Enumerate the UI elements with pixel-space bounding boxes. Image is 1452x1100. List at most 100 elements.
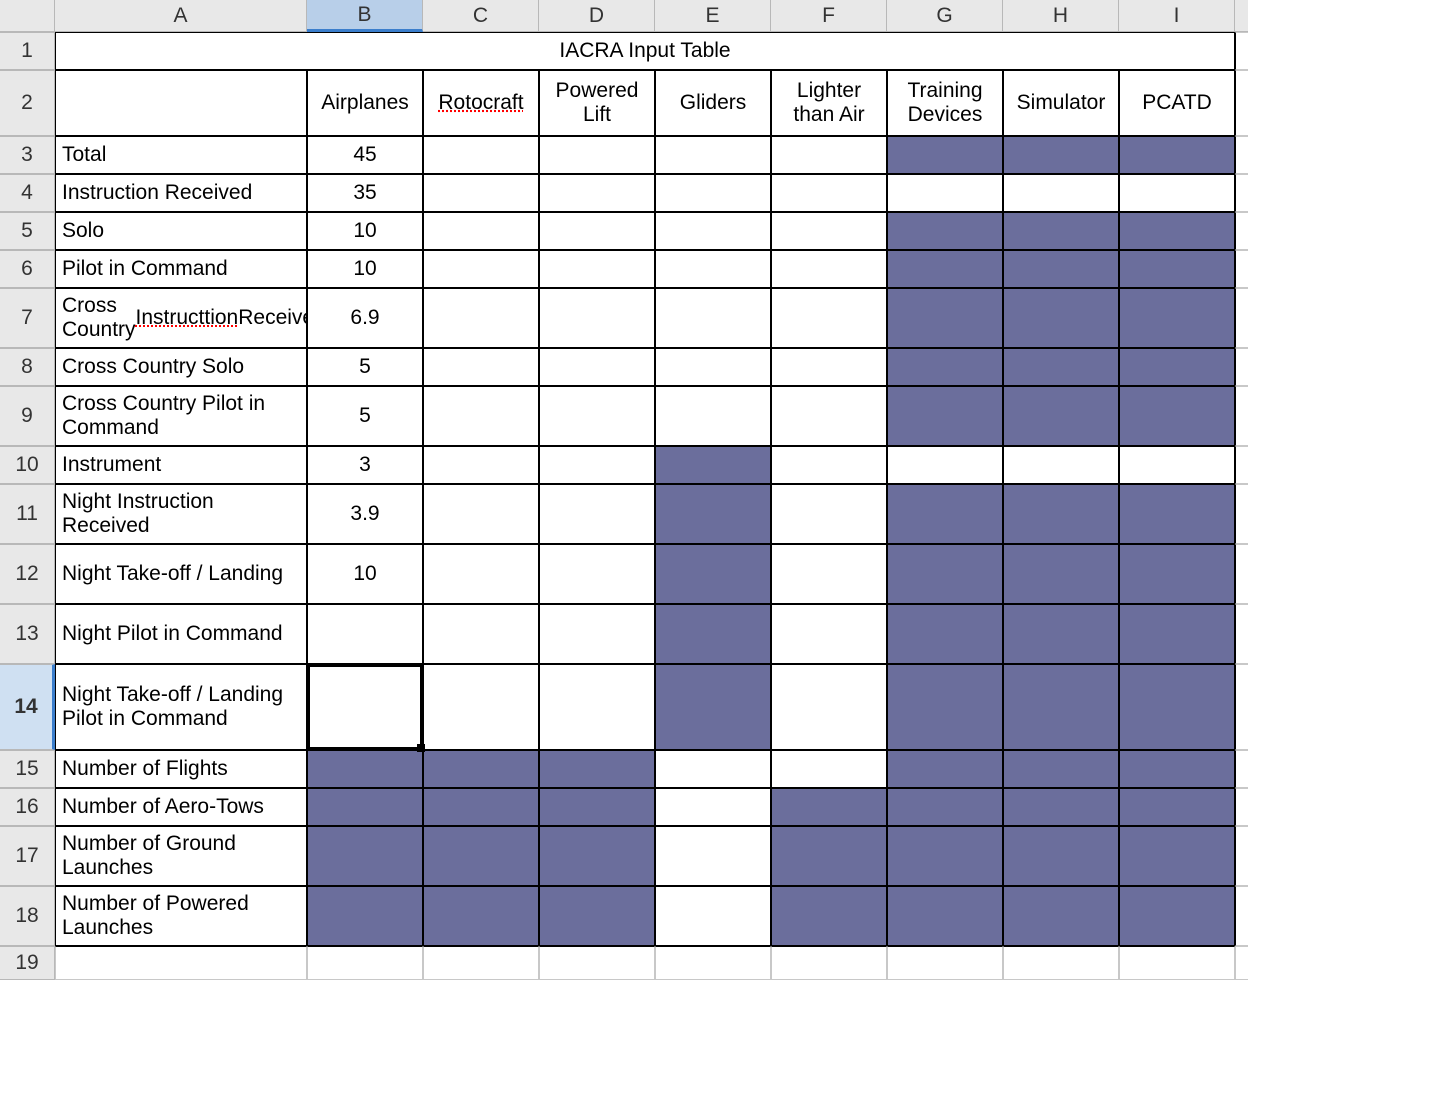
cell-I8[interactable]	[1119, 348, 1235, 386]
row-header-5[interactable]: 5	[0, 212, 55, 250]
cell-G17[interactable]	[887, 826, 1003, 886]
cell-G19[interactable]	[887, 946, 1003, 980]
cell-F16[interactable]	[771, 788, 887, 826]
cell-E9[interactable]	[655, 386, 771, 446]
cell-G5[interactable]	[887, 212, 1003, 250]
cell-H4[interactable]	[1003, 174, 1119, 212]
cell-C8[interactable]	[423, 348, 539, 386]
cell-G12[interactable]	[887, 544, 1003, 604]
cell-I13[interactable]	[1119, 604, 1235, 664]
cell-B13[interactable]	[307, 604, 423, 664]
cell-H8[interactable]	[1003, 348, 1119, 386]
cell-F2[interactable]: Lighter than Air	[771, 70, 887, 136]
cell-A5[interactable]: Solo	[55, 212, 307, 250]
cell-D16[interactable]	[539, 788, 655, 826]
cell-G9[interactable]	[887, 386, 1003, 446]
cell-D11[interactable]	[539, 484, 655, 544]
cell-A9[interactable]: Cross Country Pilot in Command	[55, 386, 307, 446]
cell-F8[interactable]	[771, 348, 887, 386]
row-header-11[interactable]: 11	[0, 484, 55, 544]
row-header-2[interactable]: 2	[0, 70, 55, 136]
cell-C10[interactable]	[423, 446, 539, 484]
row-header-19[interactable]: 19	[0, 946, 55, 980]
cell-F12[interactable]	[771, 544, 887, 604]
cell-G11[interactable]	[887, 484, 1003, 544]
cell-E14[interactable]	[655, 664, 771, 750]
cell-I5[interactable]	[1119, 212, 1235, 250]
cell-A14[interactable]: Night Take-off / Landing Pilot in Comman…	[55, 664, 307, 750]
cell-A15[interactable]: Number of Flights	[55, 750, 307, 788]
row-header-7[interactable]: 7	[0, 288, 55, 348]
cell-B8[interactable]: 5	[307, 348, 423, 386]
cell-E19[interactable]	[655, 946, 771, 980]
row-header-18[interactable]: 18	[0, 886, 55, 946]
row-header-1[interactable]: 1	[0, 32, 55, 70]
cell-C6[interactable]	[423, 250, 539, 288]
cell-A11[interactable]: Night Instruction Received	[55, 484, 307, 544]
row-header-17[interactable]: 17	[0, 826, 55, 886]
cell-D2[interactable]: Powered Lift	[539, 70, 655, 136]
row-header-14[interactable]: 14	[0, 664, 55, 750]
row-header-9[interactable]: 9	[0, 386, 55, 446]
cell-E16[interactable]	[655, 788, 771, 826]
cell-E18[interactable]	[655, 886, 771, 946]
cell-H18[interactable]	[1003, 886, 1119, 946]
row-header-6[interactable]: 6	[0, 250, 55, 288]
cell-A19[interactable]	[55, 946, 307, 980]
cell-D4[interactable]	[539, 174, 655, 212]
cell-C13[interactable]	[423, 604, 539, 664]
cell-E2[interactable]: Gliders	[655, 70, 771, 136]
row-header-3[interactable]: 3	[0, 136, 55, 174]
cell-G3[interactable]	[887, 136, 1003, 174]
cell-D9[interactable]	[539, 386, 655, 446]
cell-C14[interactable]	[423, 664, 539, 750]
cell-H5[interactable]	[1003, 212, 1119, 250]
cell-E13[interactable]	[655, 604, 771, 664]
cell-H13[interactable]	[1003, 604, 1119, 664]
cell-B10[interactable]: 3	[307, 446, 423, 484]
row-header-10[interactable]: 10	[0, 446, 55, 484]
col-header-B[interactable]: B	[307, 0, 423, 32]
col-header-E[interactable]: E	[655, 0, 771, 32]
col-header-C[interactable]: C	[423, 0, 539, 32]
cell-B16[interactable]	[307, 788, 423, 826]
cell-A12[interactable]: Night Take-off / Landing	[55, 544, 307, 604]
col-header-A[interactable]: A	[55, 0, 307, 32]
cell-C15[interactable]	[423, 750, 539, 788]
cell-H14[interactable]	[1003, 664, 1119, 750]
cell-G4[interactable]	[887, 174, 1003, 212]
cell-G10[interactable]	[887, 446, 1003, 484]
col-header-H[interactable]: H	[1003, 0, 1119, 32]
col-header-G[interactable]: G	[887, 0, 1003, 32]
row-header-8[interactable]: 8	[0, 348, 55, 386]
cell-I10[interactable]	[1119, 446, 1235, 484]
cell-A16[interactable]: Number of Aero-Tows	[55, 788, 307, 826]
cell-H16[interactable]	[1003, 788, 1119, 826]
cell-B19[interactable]	[307, 946, 423, 980]
cell-D8[interactable]	[539, 348, 655, 386]
cell-F13[interactable]	[771, 604, 887, 664]
cell-B17[interactable]	[307, 826, 423, 886]
cell-G13[interactable]	[887, 604, 1003, 664]
cell-B5[interactable]: 10	[307, 212, 423, 250]
cell-F4[interactable]	[771, 174, 887, 212]
cell-I7[interactable]	[1119, 288, 1235, 348]
cell-F6[interactable]	[771, 250, 887, 288]
cell-F19[interactable]	[771, 946, 887, 980]
row-header-15[interactable]: 15	[0, 750, 55, 788]
cell-C18[interactable]	[423, 886, 539, 946]
cell-H3[interactable]	[1003, 136, 1119, 174]
cell-D12[interactable]	[539, 544, 655, 604]
cell-A18[interactable]: Number of Powered Launches	[55, 886, 307, 946]
cell-B4[interactable]: 35	[307, 174, 423, 212]
cell-D19[interactable]	[539, 946, 655, 980]
cell-F3[interactable]	[771, 136, 887, 174]
cell-A13[interactable]: Night Pilot in Command	[55, 604, 307, 664]
cell-B2[interactable]: Airplanes	[307, 70, 423, 136]
cell-F5[interactable]	[771, 212, 887, 250]
cell-F18[interactable]	[771, 886, 887, 946]
cell-C19[interactable]	[423, 946, 539, 980]
cell-E11[interactable]	[655, 484, 771, 544]
cell-A3[interactable]: Total	[55, 136, 307, 174]
cell-G2[interactable]: Training Devices	[887, 70, 1003, 136]
